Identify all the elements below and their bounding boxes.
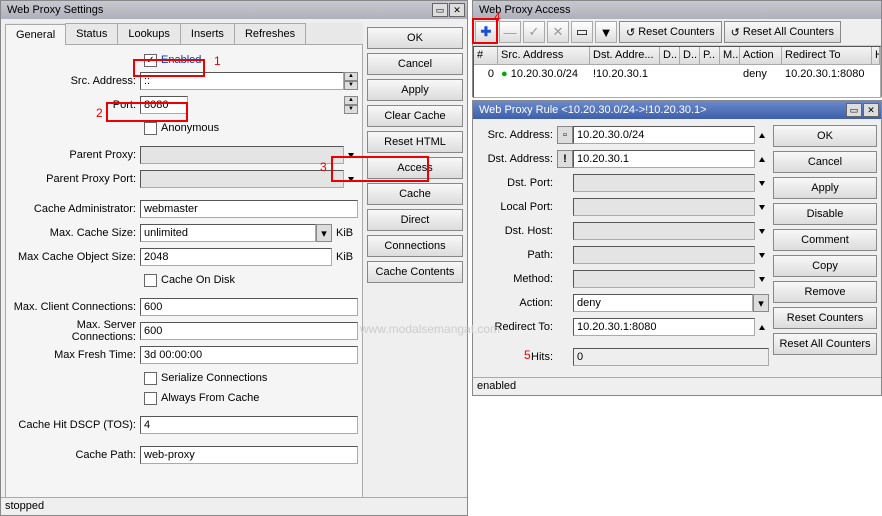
remove-button[interactable]: Remove bbox=[773, 281, 877, 303]
web-proxy-settings-window: Web Proxy Settings ▭ ✕ General Status Lo… bbox=[0, 0, 468, 516]
web-proxy-rule-window: Web Proxy Rule <10.20.30.0/24->!10.20.30… bbox=[472, 100, 882, 396]
comment-button[interactable]: Comment bbox=[773, 229, 877, 251]
tab-status[interactable]: Status bbox=[65, 23, 118, 44]
port-label: Port: bbox=[10, 99, 140, 111]
cancel-button[interactable]: Cancel bbox=[773, 151, 877, 173]
spin-down[interactable]: ▼ bbox=[344, 81, 358, 90]
enabled-checkbox[interactable]: ✓ bbox=[144, 54, 157, 67]
connections-button[interactable]: Connections bbox=[367, 235, 463, 257]
cache-disk-checkbox[interactable] bbox=[144, 274, 157, 287]
rule-dhost-input[interactable] bbox=[573, 222, 755, 240]
rule-lport-input[interactable] bbox=[573, 198, 755, 216]
serialize-checkbox[interactable] bbox=[144, 372, 157, 385]
close-button[interactable]: ✕ bbox=[449, 3, 465, 17]
close-button[interactable]: ✕ bbox=[863, 103, 879, 117]
anonymous-checkbox[interactable] bbox=[144, 122, 157, 135]
settings-tabs: General Status Lookups Inserts Refreshes bbox=[5, 23, 363, 45]
access-titlebar: Web Proxy Access bbox=[473, 1, 881, 19]
cache-admin-input[interactable]: webmaster bbox=[140, 200, 358, 218]
max-server-input[interactable]: 600 bbox=[140, 322, 358, 340]
reset-all-counters-button[interactable]: ↺Reset All Counters bbox=[724, 21, 841, 43]
cache-contents-button[interactable]: Cache Contents bbox=[367, 261, 463, 283]
rule-hits: 0 bbox=[573, 348, 769, 366]
rule-dport-input[interactable] bbox=[573, 174, 755, 192]
access-grid[interactable]: # Src. Address Dst. Addre... D.. D.. P..… bbox=[473, 46, 881, 98]
settings-button-column: OK Cancel Apply Clear Cache Reset HTML A… bbox=[367, 27, 463, 283]
add-button[interactable]: ✚ bbox=[475, 21, 497, 43]
copy-button[interactable]: Copy bbox=[773, 255, 877, 277]
spin-up[interactable]: ▲ bbox=[344, 72, 358, 81]
access-toolbar: ✚ — ✓ ✕ ▭ ▼ ↺Reset Counters ↺Reset All C… bbox=[473, 19, 881, 46]
minimize-button[interactable]: ▭ bbox=[846, 103, 862, 117]
cancel-button[interactable]: Cancel bbox=[367, 53, 463, 75]
apply-button[interactable]: Apply bbox=[773, 177, 877, 199]
dropdown-button[interactable]: ▾ bbox=[316, 224, 332, 242]
tab-general[interactable]: General bbox=[5, 24, 66, 45]
parent-port-input[interactable] bbox=[140, 170, 344, 188]
tab-lookups[interactable]: Lookups bbox=[117, 23, 181, 44]
settings-status: stopped bbox=[1, 497, 467, 515]
rule-src-input[interactable]: 10.20.30.0/24 bbox=[573, 126, 755, 144]
disable-button[interactable]: Disable bbox=[773, 203, 877, 225]
not-toggle[interactable]: ▫ bbox=[557, 126, 573, 144]
reset-counters-button[interactable]: ↺Reset Counters bbox=[619, 21, 722, 43]
parent-proxy-input[interactable] bbox=[140, 146, 344, 164]
rule-dst-input[interactable]: 10.20.30.1 bbox=[573, 150, 755, 168]
ok-button[interactable]: OK bbox=[367, 27, 463, 49]
max-fresh-input[interactable]: 3d 00:00:00 bbox=[140, 346, 358, 364]
enable-button[interactable]: ✓ bbox=[523, 21, 545, 43]
clear-cache-button[interactable]: Clear Cache bbox=[367, 105, 463, 127]
settings-titlebar: Web Proxy Settings ▭ ✕ bbox=[1, 1, 467, 19]
rule-title: Web Proxy Rule <10.20.30.0/24->!10.20.30… bbox=[475, 104, 845, 116]
rule-action-input[interactable]: deny bbox=[573, 294, 753, 312]
ok-button[interactable]: OK bbox=[773, 125, 877, 147]
cache-path-input[interactable]: web-proxy bbox=[140, 446, 358, 464]
access-title: Web Proxy Access bbox=[475, 4, 879, 16]
src-addr-input[interactable]: :: bbox=[140, 72, 344, 90]
max-client-input[interactable]: 600 bbox=[140, 298, 358, 316]
tab-refreshes[interactable]: Refreshes bbox=[234, 23, 306, 44]
cache-button[interactable]: Cache bbox=[367, 183, 463, 205]
reset-counters-button[interactable]: Reset Counters bbox=[773, 307, 877, 329]
max-cache-input[interactable]: unlimited bbox=[140, 224, 316, 242]
max-obj-input[interactable]: 2048 bbox=[140, 248, 332, 266]
access-button[interactable]: Access bbox=[367, 157, 463, 179]
comment-button[interactable]: ▭ bbox=[571, 21, 593, 43]
always-cache-checkbox[interactable] bbox=[144, 392, 157, 405]
disable-button[interactable]: ✕ bbox=[547, 21, 569, 43]
remove-button[interactable]: — bbox=[499, 21, 521, 43]
chevron-down-icon[interactable] bbox=[348, 153, 354, 158]
dscp-input[interactable]: 4 bbox=[140, 416, 358, 434]
rule-path-input[interactable] bbox=[573, 246, 755, 264]
apply-button[interactable]: Apply bbox=[367, 79, 463, 101]
enabled-label: Enabled bbox=[161, 54, 201, 66]
table-row[interactable]: 0 ● 10.20.30.0/24 !10.20.30.1 deny 10.20… bbox=[474, 65, 880, 83]
rule-titlebar: Web Proxy Rule <10.20.30.0/24->!10.20.30… bbox=[473, 101, 881, 119]
rule-status: enabled bbox=[473, 377, 881, 395]
rule-button-column: OK Cancel Apply Disable Comment Copy Rem… bbox=[773, 125, 877, 355]
port-input[interactable]: 8080 bbox=[140, 96, 188, 114]
rule-method-input[interactable] bbox=[573, 270, 755, 288]
minimize-button[interactable]: ▭ bbox=[432, 3, 448, 17]
not-toggle[interactable]: ! bbox=[557, 150, 573, 168]
web-proxy-access-window: Web Proxy Access ✚ — ✓ ✕ ▭ ▼ ↺Reset Coun… bbox=[472, 0, 882, 97]
settings-title: Web Proxy Settings bbox=[3, 4, 431, 16]
rule-redir-input[interactable]: 10.20.30.1:8080 bbox=[573, 318, 755, 336]
reset-all-counters-button[interactable]: Reset All Counters bbox=[773, 333, 877, 355]
src-addr-label: Src. Address: bbox=[10, 75, 140, 87]
direct-button[interactable]: Direct bbox=[367, 209, 463, 231]
reset-html-button[interactable]: Reset HTML bbox=[367, 131, 463, 153]
filter-button[interactable]: ▼ bbox=[595, 21, 617, 43]
tab-inserts[interactable]: Inserts bbox=[180, 23, 235, 44]
